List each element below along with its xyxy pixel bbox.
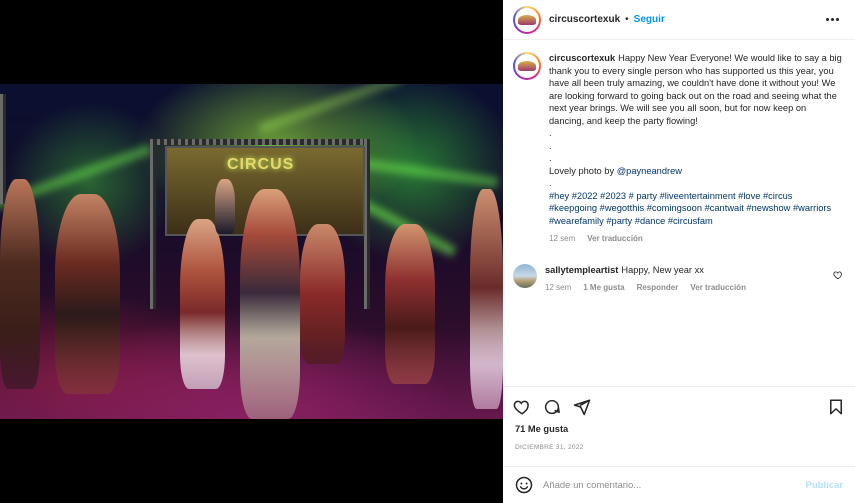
bookmark-icon[interactable] [827, 398, 845, 416]
see-translation-link[interactable]: Ver traducción [587, 233, 643, 246]
comment-time[interactable]: 12 sem [545, 282, 571, 295]
action-bar [503, 386, 855, 426]
header-username[interactable]: circuscortexuk [549, 14, 620, 25]
photo-credit-prefix: Lovely photo by [549, 165, 617, 176]
comment-body: sallytempleartist Happy, New year xx 12 s… [545, 264, 815, 295]
comment-likes[interactable]: 1 Me gusta [583, 282, 624, 295]
stage-truss [150, 139, 156, 309]
circus-logo-icon [518, 14, 536, 25]
heart-icon[interactable] [513, 398, 531, 416]
caption-meta: 12 sem Ver traducción [549, 233, 843, 246]
stage-floor [0, 329, 503, 419]
comment-text: sallytempleartist Happy, New year xx [545, 264, 815, 277]
comment-meta: 12 sem 1 Me gusta Responder Ver traducci… [545, 282, 815, 295]
caption-body: circuscortexuk Happy New Year Everyone! W… [549, 52, 843, 246]
photo-credit-mention[interactable]: @payneandrew [617, 166, 682, 176]
post-photo[interactable]: CIRCUS [0, 84, 503, 419]
performer [215, 179, 235, 234]
caption-username[interactable]: circuscortexuk [549, 53, 615, 63]
photo-credit: Lovely photo by @payneandrew [549, 165, 843, 178]
comment-message: Happy, New year xx [621, 264, 704, 275]
caption-dot: . [549, 153, 552, 163]
stage-truss [0, 94, 6, 204]
caption-time[interactable]: 12 sem [549, 233, 575, 246]
stage-sign: CIRCUS [227, 156, 295, 173]
see-translation-link[interactable]: Ver traducción [690, 282, 746, 295]
caption-text: circuscortexuk Happy New Year Everyone! W… [549, 52, 843, 127]
comments-section: circuscortexuk Happy New Year Everyone! W… [503, 40, 855, 386]
separator-dot: • [625, 14, 629, 25]
avatar-image [515, 54, 539, 78]
caption-avatar[interactable] [513, 52, 541, 80]
caption-dot: . [549, 128, 552, 138]
circus-logo-icon [518, 61, 536, 71]
caption-message: Happy New Year Everyone! We would like t… [549, 53, 842, 126]
caption-dot: . [549, 140, 552, 151]
likes-count[interactable]: 71 Me gusta [503, 424, 855, 434]
more-options-icon[interactable] [822, 14, 843, 25]
light-beam [258, 84, 403, 134]
media-pane: CIRCUS [0, 0, 503, 503]
post-date[interactable]: DICIEMBRE 31, 2022 [503, 444, 855, 466]
stage-truss [150, 139, 370, 145]
comment-row: sallytempleartist Happy, New year xx 12 s… [513, 263, 843, 295]
commenter-avatar[interactable] [513, 263, 537, 288]
emoji-icon[interactable] [515, 476, 533, 494]
comment-input[interactable] [543, 479, 806, 491]
add-comment-bar: Publicar [503, 466, 855, 503]
follow-button[interactable]: Seguir [634, 14, 665, 25]
caption-row: circuscortexuk Happy New Year Everyone! W… [513, 52, 843, 246]
hashtags[interactable]: #hey #2022 #2023 # party #liveentertainm… [549, 190, 843, 228]
comment-username[interactable]: sallytempleartist [545, 265, 618, 275]
comment-icon[interactable] [543, 398, 561, 416]
reply-button[interactable]: Responder [637, 282, 679, 295]
avatar[interactable] [513, 5, 541, 34]
publish-button[interactable]: Publicar [806, 480, 844, 491]
post-header: circuscortexuk • Seguir [503, 0, 855, 40]
post-side-panel: circuscortexuk • Seguir circuscortexuk Ha… [503, 0, 855, 503]
share-icon[interactable] [573, 398, 591, 416]
avatar-image [515, 7, 539, 32]
caption-dot: . [549, 178, 552, 188]
comment-heart-icon[interactable] [833, 270, 843, 280]
instagram-post-modal: CIRCUS circuscortexuk • Seguir circuscor… [0, 0, 855, 503]
